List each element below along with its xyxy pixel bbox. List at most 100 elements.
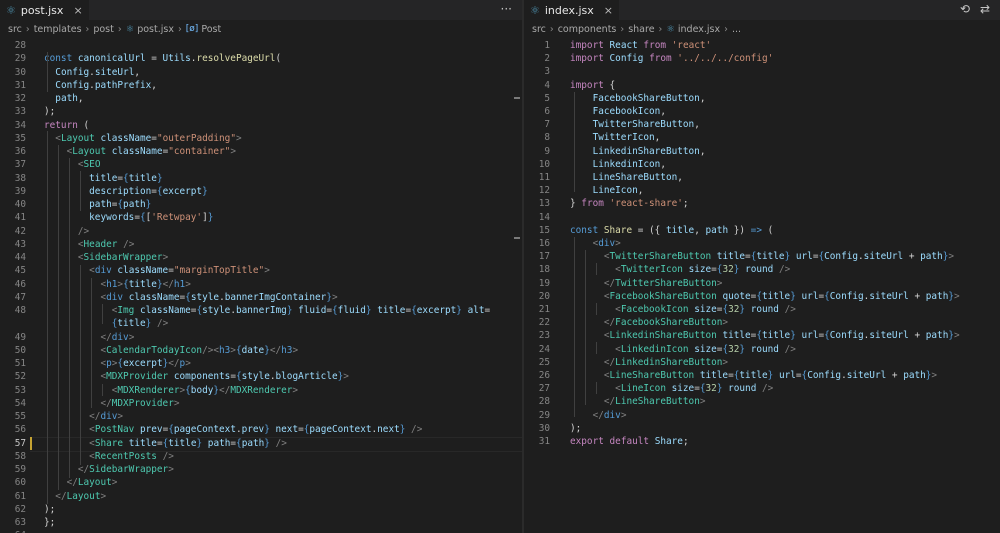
code-token: bannerImg — [236, 305, 287, 316]
code-text: <FacebookShareButton quote={title} url={… — [570, 290, 960, 303]
code-token: title — [117, 318, 146, 330]
code-text: FacebookIcon, — [570, 105, 666, 118]
code-token: /> — [77, 225, 90, 237]
code-token: className — [117, 265, 169, 277]
code-token: path — [925, 330, 949, 342]
code-editor-left[interactable]: 28 29 const canonicalUrl = Utils.resolvePa… — [0, 38, 522, 533]
code-token: ); — [570, 422, 582, 434]
code-token: title — [722, 330, 751, 342]
code-token: > — [111, 477, 118, 489]
code-token: resolvePageUrl — [196, 53, 276, 65]
close-icon[interactable]: × — [604, 4, 613, 17]
code-token: , — [654, 132, 661, 144]
code-text: </MDXProvider> — [44, 397, 179, 410]
indent-guide — [58, 145, 59, 490]
code-token: , — [694, 224, 706, 236]
line-number: 48 — [14, 305, 26, 316]
code-token: div — [603, 409, 621, 421]
code-token: } — [570, 198, 582, 210]
code-token: FacebookIcon — [592, 106, 661, 117]
line-number: 28 — [538, 396, 550, 408]
code-token: size — [671, 383, 695, 395]
breadcrumb-item-file[interactable]: post.jsx — [137, 24, 174, 35]
code-token: PostNav — [94, 424, 135, 436]
tab-index-jsx[interactable]: ⚛ index.jsx × — [524, 0, 619, 20]
code-token: export — [570, 436, 604, 447]
code-token: , — [677, 172, 683, 183]
code-token: className — [100, 132, 152, 144]
line-number: 25 — [538, 356, 550, 368]
code-text: LineIcon, — [570, 184, 644, 197]
more-actions-icon[interactable]: ··· — [501, 2, 512, 16]
code-token: />< — [202, 344, 219, 356]
line-number: 5 — [544, 92, 550, 104]
line-number: 63 — [14, 517, 26, 528]
code-text: <FacebookIcon size={32} round /> — [570, 303, 796, 316]
code-editor-right[interactable]: 1 import React from 'react' 2 import Config… — [524, 38, 1000, 533]
code-token: > — [168, 464, 174, 475]
code-text: }; — [44, 516, 55, 529]
code-token: ; — [682, 198, 689, 210]
code-token: { — [603, 79, 616, 91]
close-icon[interactable]: × — [73, 4, 82, 17]
code-token: size — [688, 264, 712, 276]
code-token: > — [699, 396, 706, 408]
line-number: 53 — [14, 384, 26, 396]
code-token: </ — [77, 464, 90, 475]
code-token: MDXProvider — [111, 397, 174, 409]
tab-bar-left: ⚛ post.jsx × ··· — [0, 0, 522, 20]
code-token: title — [761, 330, 791, 342]
timeline-icon[interactable]: ⟲ — [960, 2, 970, 16]
breadcrumb-item-share[interactable]: share — [628, 24, 654, 35]
line-number: 57 — [14, 437, 26, 449]
line-number: 52 — [14, 371, 26, 383]
breadcrumb-item-symbol[interactable]: ... — [732, 24, 741, 35]
code-token: path — [123, 199, 146, 210]
code-token: </ — [100, 331, 112, 343]
breadcrumb-item-src[interactable]: src — [8, 24, 22, 35]
code-text: </FacebookShareButton> — [570, 316, 728, 329]
code-token: ; — [682, 436, 689, 447]
code-text: export default Share; — [570, 435, 689, 448]
breadcrumb-item-post[interactable]: post — [93, 24, 114, 35]
breadcrumb-item-components[interactable]: components — [558, 24, 617, 35]
code-text: </LinkedinShareButton> — [570, 356, 728, 369]
code-text: import React from 'react' — [570, 39, 711, 52]
line-number: 50 — [14, 344, 26, 356]
breadcrumb-item-templates[interactable]: templates — [34, 24, 82, 35]
code-text: </Layout> — [44, 490, 106, 503]
breadcrumb-item-file[interactable]: index.jsx — [678, 24, 720, 35]
code-token: </ — [55, 490, 67, 502]
code-token: title — [128, 172, 157, 184]
code-token: </ — [168, 358, 180, 369]
line-number: 40 — [14, 199, 26, 210]
code-token: title — [761, 290, 791, 302]
breadcrumb-item-src[interactable]: src — [532, 24, 546, 35]
line-number: 6 — [544, 106, 550, 117]
code-text: <TwitterIcon size={32} round /> — [570, 263, 790, 276]
code-token: ( — [77, 119, 90, 131]
code-token: path — [705, 224, 729, 236]
code-token: "outerPadding" — [156, 132, 236, 144]
code-token: title — [128, 278, 157, 290]
code-token: title — [377, 305, 406, 316]
code-text: <LinkedinIcon size={32} round /> — [570, 343, 796, 356]
code-token: quote — [722, 290, 751, 302]
code-text: <div className={style.bannerImgContainer… — [44, 291, 337, 304]
code-token: > — [722, 356, 729, 368]
code-token: Share — [94, 437, 124, 449]
code-text: </TwitterShareButton> — [570, 277, 723, 290]
code-token: TwitterShareButton — [615, 277, 717, 289]
code-token: style — [241, 371, 270, 383]
code-token: </ — [162, 278, 174, 290]
code-token: > — [185, 278, 191, 290]
split-editor-icon[interactable]: ⇄ — [980, 2, 990, 16]
breadcrumb-item-symbol[interactable]: Post — [201, 24, 221, 35]
code-text: <p>{excerpt}</p> — [44, 357, 190, 370]
tab-post-jsx[interactable]: ⚛ post.jsx × — [0, 0, 89, 20]
code-token: </ — [89, 411, 101, 422]
